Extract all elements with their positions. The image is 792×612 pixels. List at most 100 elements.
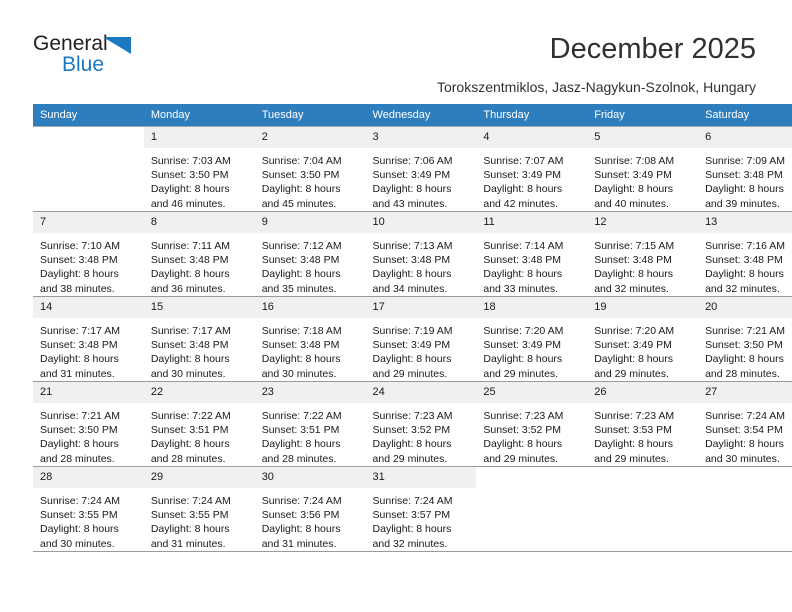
daylight-duration-line2: and 45 minutes. (261, 197, 337, 210)
daylight-duration-line2: and 30 minutes. (150, 367, 226, 380)
day-details: Sunrise: 7:21 AM Sunset: 3:50 PM Daylight:… (33, 403, 144, 466)
daylight-duration-line2: and 43 minutes. (372, 197, 448, 210)
sunrise-time: Sunrise: 7:24 AM (705, 410, 786, 422)
day-number: 13 (698, 212, 792, 233)
sunrise-time: Sunrise: 7:21 AM (705, 325, 786, 337)
day-number: 10 (365, 212, 477, 233)
calendar-day-cell[interactable]: 14 Sunrise: 7:17 AM Sunset: 3:48 PM Dayligh… (33, 296, 144, 382)
day-number (587, 467, 699, 488)
calendar-day-cell[interactable]: 1 Sunrise: 7:03 AM Sunset: 3:50 PM Daylight… (143, 126, 255, 212)
daylight-duration-line2: and 36 minutes. (150, 282, 226, 295)
calendar-day-cell[interactable]: 31 Sunrise: 7:24 AM Sunset: 3:57 PM Dayligh… (365, 466, 477, 552)
sunset-time: Sunset: 3:50 PM (261, 169, 340, 182)
daylight-duration-line1: Daylight: 8 hours (261, 523, 341, 536)
day-number: 2 (254, 127, 366, 148)
calendar-day-cell[interactable]: 19 Sunrise: 7:20 AM Sunset: 3:49 PM Dayligh… (587, 296, 699, 382)
sunrise-time: Sunrise: 7:20 AM (594, 325, 675, 337)
daylight-duration-line2: and 35 minutes. (261, 282, 337, 295)
calendar-week-row: 28 Sunrise: 7:24 AM Sunset: 3:55 PM Dayligh… (33, 466, 792, 552)
generalblue-logo: General Blue (33, 33, 153, 79)
sunrise-time: Sunrise: 7:19 AM (372, 325, 453, 337)
calendar-day-cell[interactable]: 6 Sunrise: 7:09 AM Sunset: 3:48 PM Daylight… (698, 126, 792, 212)
sunrise-time: Sunrise: 7:22 AM (261, 410, 342, 422)
calendar-day-cell[interactable]: 29 Sunrise: 7:24 AM Sunset: 3:55 PM Dayligh… (143, 466, 255, 552)
sunrise-time: Sunrise: 7:17 AM (150, 325, 231, 337)
calendar-week-row: 14 Sunrise: 7:17 AM Sunset: 3:48 PM Dayligh… (33, 296, 792, 382)
day-number: 17 (365, 297, 477, 318)
daylight-duration-line1: Daylight: 8 hours (40, 523, 119, 536)
daylight-duration-line1: Daylight: 8 hours (483, 438, 563, 451)
sunrise-time: Sunrise: 7:23 AM (594, 410, 675, 422)
daylight-duration-line1: Daylight: 8 hours (483, 353, 563, 366)
sunset-time: Sunset: 3:48 PM (705, 169, 783, 182)
calendar-day-cell[interactable]: 13 Sunrise: 7:16 AM Sunset: 3:48 PM Dayligh… (698, 211, 792, 297)
daylight-duration-line1: Daylight: 8 hours (372, 183, 452, 196)
calendar-day-cell[interactable]: 22 Sunrise: 7:22 AM Sunset: 3:51 PM Dayligh… (143, 381, 255, 467)
calendar-day-cell[interactable]: 7 Sunrise: 7:10 AM Sunset: 3:48 PM Daylight… (33, 211, 144, 297)
day-details: Sunrise: 7:24 AM Sunset: 3:55 PM Daylight:… (144, 488, 255, 551)
day-details: Sunrise: 7:20 AM Sunset: 3:49 PM Daylight:… (587, 318, 698, 381)
calendar-day-cell[interactable]: 15 Sunrise: 7:17 AM Sunset: 3:48 PM Dayligh… (143, 296, 255, 382)
calendar-day-cell[interactable]: 21 Sunrise: 7:21 AM Sunset: 3:50 PM Dayligh… (33, 381, 144, 467)
day-number: 24 (365, 382, 477, 403)
calendar-day-cell[interactable]: 25 Sunrise: 7:23 AM Sunset: 3:52 PM Dayligh… (476, 381, 588, 467)
daylight-duration-line1: Daylight: 8 hours (705, 438, 784, 451)
calendar-day-cell[interactable]: 20 Sunrise: 7:21 AM Sunset: 3:50 PM Dayligh… (698, 296, 792, 382)
day-number: 25 (476, 382, 588, 403)
calendar-day-cell[interactable]: 3 Sunrise: 7:06 AM Sunset: 3:49 PM Daylight… (365, 126, 477, 212)
calendar-day-cell[interactable]: 8 Sunrise: 7:11 AM Sunset: 3:48 PM Daylight… (143, 211, 255, 297)
day-details: Sunrise: 7:22 AM Sunset: 3:51 PM Daylight:… (255, 403, 366, 466)
calendar-day-cell[interactable]: 17 Sunrise: 7:19 AM Sunset: 3:49 PM Dayligh… (365, 296, 477, 382)
calendar-grid: Sunday Monday Tuesday Wednesday Thursday… (33, 104, 792, 552)
daylight-duration-line2: and 28 minutes. (261, 452, 337, 465)
sunrise-time: Sunrise: 7:24 AM (150, 495, 231, 507)
daylight-duration-line1: Daylight: 8 hours (150, 353, 230, 366)
daylight-duration-line1: Daylight: 8 hours (372, 353, 452, 366)
sunset-time: Sunset: 3:49 PM (372, 169, 451, 182)
calendar-day-cell[interactable]: 26 Sunrise: 7:23 AM Sunset: 3:53 PM Dayligh… (587, 381, 699, 467)
calendar-day-cell[interactable]: 16 Sunrise: 7:18 AM Sunset: 3:48 PM Dayligh… (254, 296, 366, 382)
calendar-day-cell[interactable]: 27 Sunrise: 7:24 AM Sunset: 3:54 PM Dayligh… (698, 381, 792, 467)
daylight-duration-line2: and 28 minutes. (150, 452, 226, 465)
calendar-day-cell[interactable]: 11 Sunrise: 7:14 AM Sunset: 3:48 PM Dayligh… (476, 211, 588, 297)
day-number: 14 (33, 297, 144, 318)
sunset-time: Sunset: 3:53 PM (594, 424, 672, 437)
calendar-day-cell[interactable]: 10 Sunrise: 7:13 AM Sunset: 3:48 PM Dayligh… (365, 211, 477, 297)
calendar-day-cell[interactable]: 9 Sunrise: 7:12 AM Sunset: 3:48 PM Daylight… (254, 211, 366, 297)
daylight-duration-line2: and 28 minutes. (40, 452, 115, 465)
daylight-duration-line1: Daylight: 8 hours (150, 438, 230, 451)
daylight-duration-line2: and 29 minutes. (594, 452, 669, 465)
day-details: Sunrise: 7:17 AM Sunset: 3:48 PM Daylight:… (144, 318, 255, 381)
day-number: 11 (476, 212, 588, 233)
day-number (33, 127, 144, 148)
calendar-day-cell[interactable]: 30 Sunrise: 7:24 AM Sunset: 3:56 PM Dayligh… (254, 466, 366, 552)
calendar-day-cell[interactable]: 4 Sunrise: 7:07 AM Sunset: 3:49 PM Daylight… (476, 126, 588, 212)
sunrise-time: Sunrise: 7:04 AM (261, 155, 342, 167)
daylight-duration-line2: and 32 minutes. (594, 282, 669, 295)
daylight-duration-line1: Daylight: 8 hours (372, 268, 452, 281)
sunset-time: Sunset: 3:48 PM (594, 254, 672, 267)
sunset-time: Sunset: 3:49 PM (372, 339, 451, 352)
day-details: Sunrise: 7:12 AM Sunset: 3:48 PM Daylight:… (255, 233, 366, 296)
daylight-duration-line2: and 28 minutes. (705, 367, 780, 380)
calendar-day-cell[interactable]: 2 Sunrise: 7:04 AM Sunset: 3:50 PM Daylight… (254, 126, 366, 212)
calendar-day-cell[interactable]: 5 Sunrise: 7:08 AM Sunset: 3:49 PM Daylight… (587, 126, 699, 212)
daylight-duration-line2: and 40 minutes. (594, 197, 669, 210)
daylight-duration-line1: Daylight: 8 hours (40, 353, 119, 366)
day-number: 19 (587, 297, 699, 318)
daylight-duration-line1: Daylight: 8 hours (40, 438, 119, 451)
calendar-day-cell[interactable]: 12 Sunrise: 7:15 AM Sunset: 3:48 PM Dayligh… (587, 211, 699, 297)
day-details: Sunrise: 7:08 AM Sunset: 3:49 PM Daylight:… (587, 148, 698, 211)
day-number: 21 (33, 382, 144, 403)
sunset-time: Sunset: 3:50 PM (150, 169, 229, 182)
page-header: General Blue December 2025 Torokszentmik… (0, 0, 792, 100)
daylight-duration-line2: and 29 minutes. (372, 367, 448, 380)
calendar-day-cell[interactable]: 18 Sunrise: 7:20 AM Sunset: 3:49 PM Dayligh… (476, 296, 588, 382)
sunset-time: Sunset: 3:49 PM (483, 339, 562, 352)
day-details: Sunrise: 7:16 AM Sunset: 3:48 PM Daylight:… (698, 233, 792, 296)
daylight-duration-line1: Daylight: 8 hours (150, 523, 230, 536)
calendar-day-cell[interactable]: 23 Sunrise: 7:22 AM Sunset: 3:51 PM Dayligh… (254, 381, 366, 467)
calendar-day-cell[interactable]: 24 Sunrise: 7:23 AM Sunset: 3:52 PM Dayligh… (365, 381, 477, 467)
calendar-day-cell[interactable]: 28 Sunrise: 7:24 AM Sunset: 3:55 PM Dayligh… (33, 466, 144, 552)
day-number: 9 (254, 212, 366, 233)
